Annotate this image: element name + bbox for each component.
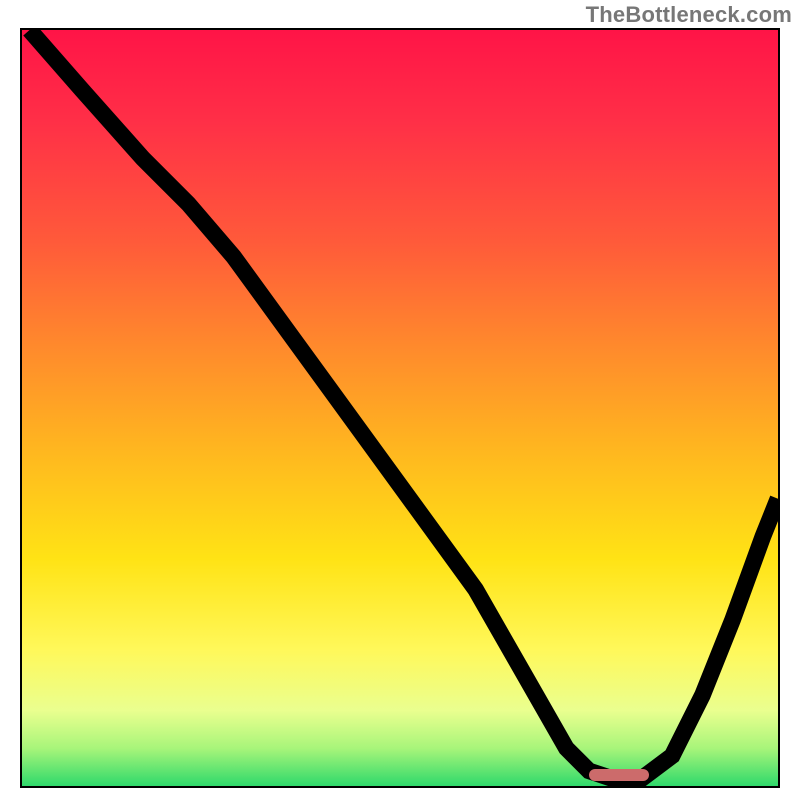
bottleneck-curve	[22, 30, 778, 786]
watermark-text: TheBottleneck.com	[586, 2, 792, 28]
optimal-range-marker	[589, 769, 649, 781]
chart-container: TheBottleneck.com	[0, 0, 800, 800]
curve-path	[30, 30, 778, 778]
plot-area	[20, 28, 780, 788]
